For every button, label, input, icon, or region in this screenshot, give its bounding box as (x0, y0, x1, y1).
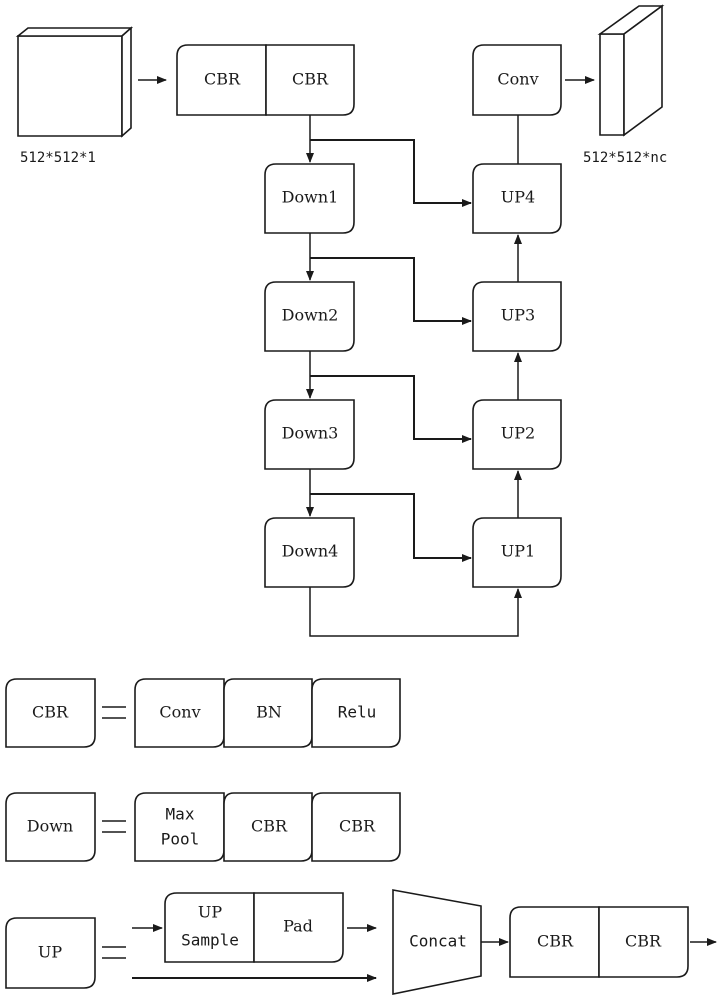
unet-diagram: 512*512*1 CBR CBR Down1 Down2 Down3 Down… (5, 4, 717, 995)
legend-maxpool-label-line1: Max (166, 805, 195, 824)
legend-down-cbr1-label: CBR (251, 817, 288, 836)
legend-conv-block: Conv (134, 678, 225, 748)
encoder-cbr-1-label: CBR (204, 70, 241, 89)
legend-up-cbr1-label: CBR (537, 932, 574, 951)
legend-upsample-label-line2: Sample (181, 931, 239, 950)
encoder-cbr-1: CBR (176, 44, 267, 116)
output-volume (597, 4, 665, 137)
up4-label: UP4 (501, 188, 535, 207)
legend-relu-block: Relu (311, 678, 401, 748)
legend-down-label: Down (27, 817, 73, 836)
legend-concat-block: Concat (392, 889, 482, 995)
down3-block: Down3 (264, 399, 355, 470)
legend-upsample-block: UP Sample (164, 892, 255, 963)
legend-upsample-label-line1: UP (198, 903, 222, 922)
legend-up-equals (102, 946, 126, 959)
conv-output-block: Conv (472, 44, 562, 116)
down1-block: Down1 (264, 163, 355, 234)
legend-bn-label: BN (256, 703, 282, 722)
up3-label: UP3 (501, 306, 535, 325)
down4-label: Down4 (282, 542, 339, 561)
output-size-label: 512*512*nc (583, 150, 667, 166)
legend-cbr-equals (102, 706, 126, 719)
legend-up-label: UP (38, 943, 62, 962)
up1-label: UP1 (501, 542, 535, 561)
input-size-label: 512*512*1 (20, 150, 96, 166)
legend-concat-label: Concat (409, 932, 467, 951)
legend-pad-label: Pad (283, 917, 313, 936)
bottleneck-connection (309, 587, 522, 637)
encoder-cbr-2: CBR (265, 44, 355, 116)
legend-down-cbr1-block: CBR (223, 792, 313, 862)
legend-bn-block: BN (223, 678, 313, 748)
legend-cbr-label: CBR (32, 703, 69, 722)
legend-maxpool-block: Max Pool (134, 792, 225, 862)
legend-down-block: Down (5, 792, 96, 862)
legend-pad-block: Pad (253, 892, 344, 963)
input-volume (15, 26, 134, 138)
legend-down-cbr2-block: CBR (311, 792, 401, 862)
up2-block: UP2 (472, 399, 562, 470)
legend-cbr-block: CBR (5, 678, 96, 748)
legend-up-block: UP (5, 917, 96, 989)
up1-block: UP1 (472, 517, 562, 588)
legend-up-cbr2-label: CBR (625, 932, 662, 951)
legend-maxpool-label-line2: Pool (161, 830, 200, 849)
down1-label: Down1 (282, 188, 339, 207)
legend-conv-label: Conv (159, 703, 200, 722)
up3-block: UP3 (472, 281, 562, 352)
legend-up-cbr1-block: CBR (509, 906, 600, 978)
legend-relu-label: Relu (338, 703, 377, 722)
down4-block: Down4 (264, 517, 355, 588)
down3-label: Down3 (282, 424, 339, 443)
down2-label: Down2 (282, 306, 339, 325)
up4-block: UP4 (472, 163, 562, 234)
legend-down-equals (102, 820, 126, 833)
encoder-cbr-2-label: CBR (292, 70, 329, 89)
up2-label: UP2 (501, 424, 535, 443)
legend-up-cbr2-block: CBR (598, 906, 689, 978)
legend-down-cbr2-label: CBR (339, 817, 376, 836)
conv-output-label: Conv (497, 70, 538, 89)
down2-block: Down2 (264, 281, 355, 352)
